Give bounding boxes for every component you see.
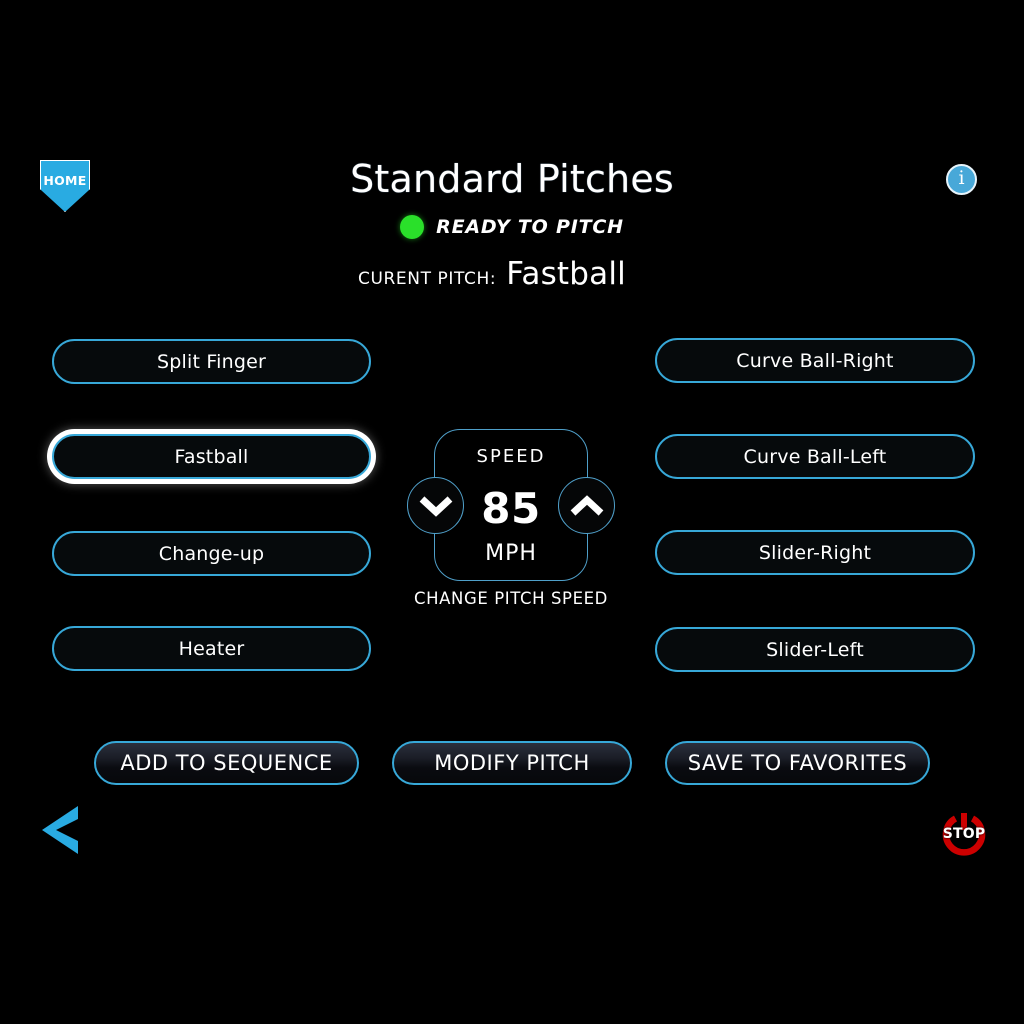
speed-caption: CHANGE PITCH SPEED: [414, 589, 608, 608]
current-pitch-row: CURENT PITCH: Fastball: [0, 256, 1024, 292]
action-button-label: SAVE TO FAVORITES: [687, 751, 908, 775]
status-badge: READY TO PITCH: [436, 216, 624, 238]
status-indicator-dot: [400, 215, 425, 239]
pitch-button-fastball[interactable]: Fastball: [52, 434, 371, 479]
pitch-button-curve-ball-left[interactable]: Curve Ball-Left: [655, 434, 975, 479]
pitch-button-label: Curve Ball-Left: [743, 445, 887, 468]
speed-decrease-button[interactable]: [407, 477, 464, 534]
pitch-button-label: Curve Ball-Right: [736, 349, 894, 372]
chevron-down-icon: [419, 495, 452, 517]
pitch-button-slider-right[interactable]: Slider-Right: [655, 530, 975, 575]
pitch-button-label: Slider-Left: [766, 638, 864, 661]
modify-pitch-button[interactable]: MODIFY PITCH: [392, 741, 632, 785]
chevron-up-icon: [570, 494, 603, 516]
action-button-label: ADD TO SEQUENCE: [120, 751, 333, 775]
status-row: READY TO PITCH: [0, 215, 1024, 239]
speed-increase-button[interactable]: [558, 477, 615, 534]
pitch-button-heater[interactable]: Heater: [52, 626, 371, 671]
pitch-button-label: Change-up: [158, 542, 265, 565]
pitch-button-curve-ball-right[interactable]: Curve Ball-Right: [655, 338, 975, 383]
stop-button[interactable]: STOP: [941, 810, 987, 856]
page-title: Standard Pitches: [350, 157, 674, 201]
speed-unit: MPH: [485, 541, 537, 566]
save-to-favorites-button[interactable]: SAVE TO FAVORITES: [665, 741, 930, 785]
current-pitch-value: Fastball: [506, 256, 626, 292]
stop-button-label: STOP: [942, 826, 986, 842]
app-screen: HOME i Standard Pitches READY TO PITCH C…: [0, 0, 1024, 1024]
pitch-button-split-finger[interactable]: Split Finger: [52, 339, 371, 384]
pitch-button-label: Slider-Right: [758, 541, 872, 564]
pitch-button-label: Fastball: [174, 445, 249, 468]
speed-label: SPEED: [476, 446, 546, 467]
pitch-button-label: Heater: [178, 637, 245, 660]
back-chevron-icon: [42, 806, 78, 854]
pitch-button-change-up[interactable]: Change-up: [52, 531, 371, 576]
speed-control: SPEED 85 MPH CHANGE PITCH SPEED: [407, 429, 615, 608]
current-pitch-label: CURENT PITCH:: [357, 269, 497, 289]
add-to-sequence-button[interactable]: ADD TO SEQUENCE: [94, 741, 359, 785]
back-button[interactable]: [40, 806, 80, 854]
pitch-button-label: Split Finger: [157, 350, 266, 373]
pitch-button-slider-left[interactable]: Slider-Left: [655, 627, 975, 672]
action-button-label: MODIFY PITCH: [434, 751, 590, 775]
